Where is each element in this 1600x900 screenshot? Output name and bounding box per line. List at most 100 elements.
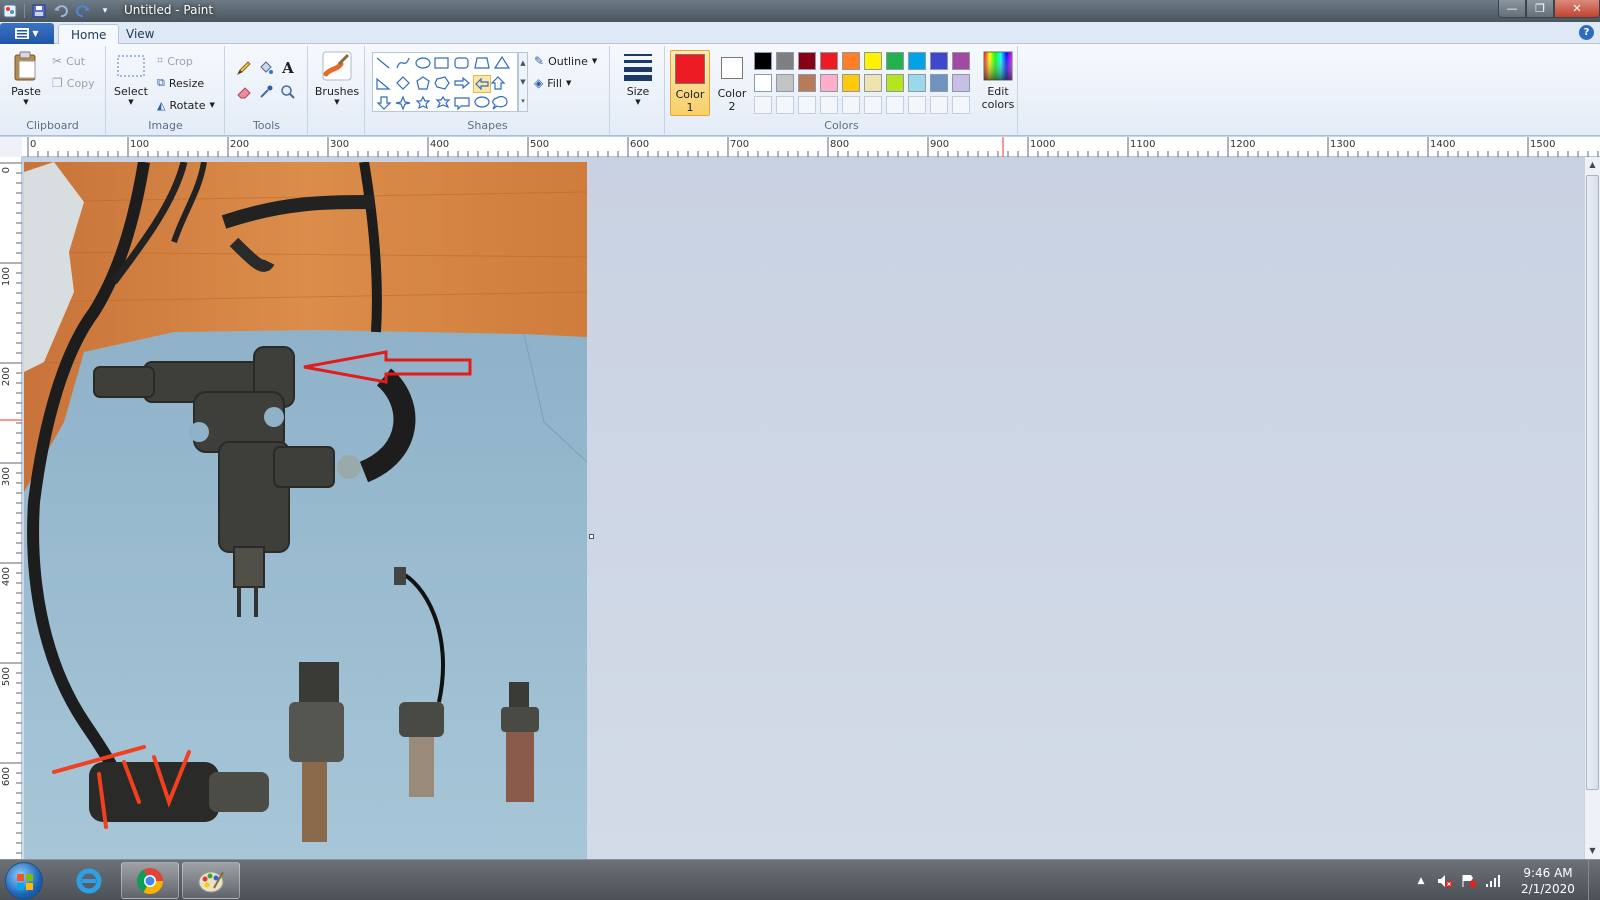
ruler-tick-label: 300 (330, 139, 350, 150)
palette-swatch[interactable] (908, 52, 926, 70)
tab-view[interactable]: View (114, 24, 166, 45)
color2-button[interactable]: Color 2 (714, 53, 750, 113)
palette-swatch[interactable] (776, 52, 794, 70)
palette-swatch[interactable] (798, 52, 816, 70)
palette-swatch[interactable] (930, 74, 948, 92)
text-tool[interactable]: A (278, 58, 298, 78)
start-button[interactable] (5, 862, 43, 900)
palette-swatch[interactable] (798, 74, 816, 92)
color-picker-tool[interactable] (256, 82, 276, 102)
palette-swatch[interactable] (908, 74, 926, 92)
palette-swatch[interactable] (820, 52, 838, 70)
resize-button[interactable]: ⧉ Resize (157, 74, 204, 92)
show-hidden-icons-icon[interactable]: ▲ (1412, 872, 1430, 890)
show-desktop-button[interactable] (1588, 860, 1600, 900)
palette-swatch[interactable] (776, 74, 794, 92)
fill-button[interactable]: ◈ Fill ▼ (534, 74, 571, 92)
scrollbar-thumb[interactable] (1586, 175, 1599, 790)
palette-swatch[interactable] (842, 74, 860, 92)
custom-color-slot[interactable] (864, 96, 882, 114)
paste-label: Paste (11, 85, 41, 98)
ruler-tick-label: 1300 (1330, 139, 1356, 150)
custom-color-slot[interactable] (842, 96, 860, 114)
close-button[interactable]: ✕ (1554, 0, 1600, 18)
custom-color-slot[interactable] (798, 96, 816, 114)
action-center-flag-icon[interactable] (1460, 872, 1478, 890)
palette-swatch[interactable] (886, 52, 904, 70)
canvas-resize-handle[interactable] (589, 534, 594, 539)
volume-muted-icon[interactable] (1436, 872, 1454, 890)
resize-icon: ⧉ (157, 76, 165, 89)
undo-icon[interactable] (53, 3, 69, 19)
color1-button[interactable]: Color 1 (670, 50, 710, 116)
fill-tool[interactable] (256, 58, 276, 78)
network-signal-icon[interactable] (1484, 872, 1502, 890)
redo-icon[interactable] (75, 3, 91, 19)
paste-button[interactable]: Paste ▼ (6, 50, 46, 106)
customize-toolbar-chevron-icon[interactable]: ▾ (97, 3, 113, 19)
cut-button[interactable]: ✂ Cut (52, 52, 85, 70)
chevron-down-icon: ▼ (635, 98, 641, 106)
taskbar-chrome[interactable] (121, 862, 179, 899)
edit-colors-button[interactable]: Edit colors (980, 50, 1016, 111)
ruler-corner (0, 137, 22, 157)
palette-swatch[interactable] (930, 52, 948, 70)
scroll-down-icon[interactable]: ▼ (1585, 843, 1600, 859)
crop-icon: ⌗ (157, 54, 164, 67)
shapes-gallery (372, 52, 518, 112)
crop-button[interactable]: ⌗ Crop (157, 52, 193, 70)
custom-color-slot[interactable] (886, 96, 904, 114)
custom-color-slot[interactable] (930, 96, 948, 114)
tools-group-label: Tools (252, 119, 281, 132)
internet-explorer-icon (76, 868, 102, 893)
palette-swatch[interactable] (864, 74, 882, 92)
canvas-workspace[interactable] (22, 157, 1584, 859)
resize-label: Resize (168, 76, 205, 90)
copy-label: Copy (66, 76, 95, 90)
rotate-button[interactable]: ◭ Rotate ▼ (157, 96, 215, 114)
custom-color-slot[interactable] (754, 96, 772, 114)
custom-color-slot[interactable] (952, 96, 970, 114)
palette-swatch[interactable] (754, 74, 772, 92)
eraser-tool[interactable] (234, 82, 254, 102)
magnifier-tool[interactable] (278, 82, 298, 102)
size-button[interactable]: Size ▼ (619, 50, 657, 106)
vertical-scrollbar[interactable]: ▲ ▼ (1584, 157, 1600, 859)
pencil-tool[interactable] (234, 58, 254, 78)
restore-button[interactable]: ❐ (1526, 0, 1554, 18)
palette-swatch[interactable] (820, 74, 838, 92)
palette-swatch[interactable] (886, 74, 904, 92)
taskbar-paint[interactable] (182, 862, 240, 899)
brushes-button[interactable]: Brushes ▼ (315, 50, 359, 106)
select-button[interactable]: Select ▼ (111, 50, 151, 106)
scroll-up-icon[interactable]: ▲ (1585, 157, 1600, 173)
save-icon[interactable] (31, 3, 47, 19)
chevron-down-icon: ▼ (520, 77, 526, 86)
palette-swatch[interactable] (952, 52, 970, 70)
brushes-group: Brushes ▼ (309, 46, 365, 134)
copy-button[interactable]: ❐ Copy (52, 74, 95, 92)
taskbar-internet-explorer[interactable] (60, 862, 118, 899)
copy-icon: ❐ (52, 76, 63, 90)
help-icon[interactable]: ? (1579, 25, 1594, 40)
file-menu-button[interactable]: ▼ (0, 23, 54, 44)
taskbar-clock[interactable]: 9:46 AM 2/1/2020 (1508, 865, 1588, 897)
palette-swatch[interactable] (952, 74, 970, 92)
magnifier-icon (281, 85, 295, 99)
custom-color-slot[interactable] (776, 96, 794, 114)
ruler-tick-label: 200 (230, 139, 250, 150)
custom-color-slot[interactable] (908, 96, 926, 114)
outline-button[interactable]: ✎ Outline ▼ (534, 52, 597, 70)
left-arrow-shape[interactable] (473, 75, 491, 93)
palette-swatch[interactable] (754, 52, 772, 70)
chevron-down-icon: ▼ (32, 29, 39, 38)
palette-swatch[interactable] (864, 52, 882, 70)
shapes-scroll[interactable]: ▲ ▼ ▾ (518, 52, 528, 112)
tools-group: A Tools (226, 46, 308, 134)
custom-color-slot[interactable] (820, 96, 838, 114)
drawing-canvas[interactable] (24, 162, 587, 859)
palette-swatch[interactable] (842, 52, 860, 70)
paint-app-icon[interactable] (2, 3, 18, 19)
minimize-button[interactable]: — (1498, 0, 1526, 18)
tab-home[interactable]: Home (58, 24, 120, 45)
